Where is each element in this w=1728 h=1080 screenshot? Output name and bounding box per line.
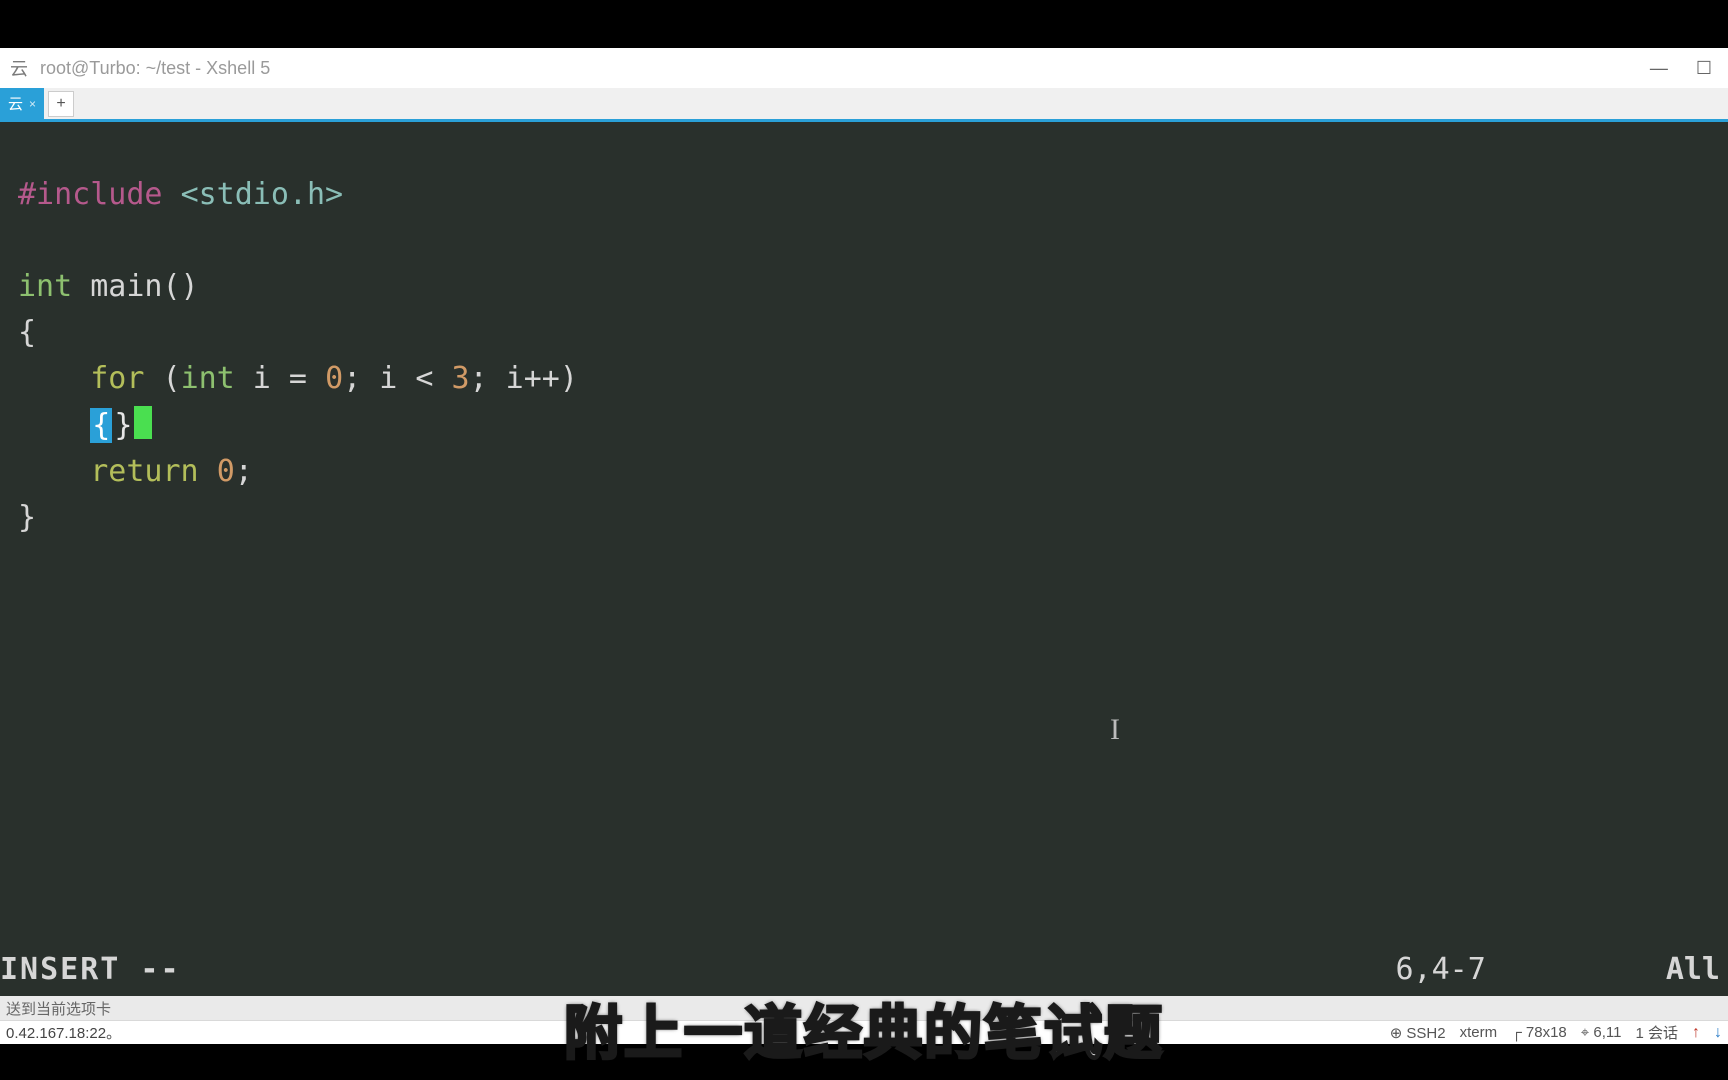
tab-label: 云	[8, 93, 23, 114]
code-for-b: ; i <	[343, 361, 451, 396]
letterbox-bottom	[0, 1044, 1728, 1080]
code-type-int: int	[18, 269, 72, 304]
vim-scroll: All	[1666, 947, 1720, 993]
vim-position: 6,4-7	[1396, 947, 1486, 993]
code-int: int	[181, 361, 235, 396]
code-indent	[18, 454, 90, 489]
code-fn-main: main	[90, 269, 162, 304]
text-cursor-ibeam: I	[1110, 707, 1112, 737]
connection-bar: 0.42.167.18:22。 ⊕ SSH2 xterm ┌ 78x18 ⌖ 6…	[0, 1020, 1728, 1044]
conn-size: ┌ 78x18	[1511, 1024, 1567, 1041]
app-icon: 云	[8, 57, 30, 79]
code-for-c: ; i++)	[470, 361, 578, 396]
code-parens: ()	[163, 269, 199, 304]
code-return: return	[90, 454, 198, 489]
code-include-target: <stdio.h>	[181, 177, 344, 212]
code-brace-open: {	[18, 315, 36, 350]
code-zero: 0	[325, 361, 343, 396]
maximize-button[interactable]: ☐	[1696, 58, 1712, 79]
app-status-bar: 送到当前选项卡	[0, 996, 1728, 1020]
code-for-open: (	[144, 361, 180, 396]
connection-host: 0.42.167.18:22。	[6, 1022, 121, 1043]
code-zero2: 0	[217, 454, 235, 489]
code-preproc: #include	[18, 177, 163, 212]
tab-bar: 云 × +	[0, 88, 1728, 122]
code-indent	[18, 408, 90, 443]
upload-icon: ↑	[1692, 1024, 1700, 1042]
conn-term: xterm	[1460, 1024, 1498, 1041]
code-semi: ;	[235, 454, 253, 489]
close-icon[interactable]: ×	[29, 97, 36, 111]
tab-add-button[interactable]: +	[48, 91, 74, 117]
download-icon: ↓	[1714, 1024, 1722, 1042]
window-title: root@Turbo: ~/test - Xshell 5	[40, 58, 270, 79]
conn-ssh: ⊕ SSH2	[1390, 1024, 1446, 1042]
app-status-text: 送到当前选项卡	[6, 998, 111, 1019]
letterbox-top	[0, 0, 1728, 48]
tab-active[interactable]: 云 ×	[0, 88, 44, 119]
minimize-button[interactable]: —	[1650, 58, 1668, 79]
vim-status-bar: INSERT -- 6,4-7 All	[0, 946, 1728, 996]
code-brace-close: }	[18, 500, 36, 535]
code-three: 3	[452, 361, 470, 396]
code-brace-hl-open: {	[90, 408, 112, 443]
code-indent	[18, 361, 90, 396]
terminal-cursor	[134, 406, 152, 439]
conn-session: 1 会话	[1635, 1022, 1678, 1043]
code-for-a: i =	[235, 361, 325, 396]
vim-mode: INSERT --	[0, 947, 181, 993]
code-brace-hl-close: }	[112, 408, 134, 443]
titlebar: 云 root@Turbo: ~/test - Xshell 5 — ☐	[0, 48, 1728, 88]
terminal[interactable]: #include <stdio.h> int main() { for (int…	[0, 122, 1728, 996]
code-sp	[199, 454, 217, 489]
conn-rowcol: ⌖ 6,11	[1581, 1024, 1622, 1041]
code-for: for	[90, 361, 144, 396]
